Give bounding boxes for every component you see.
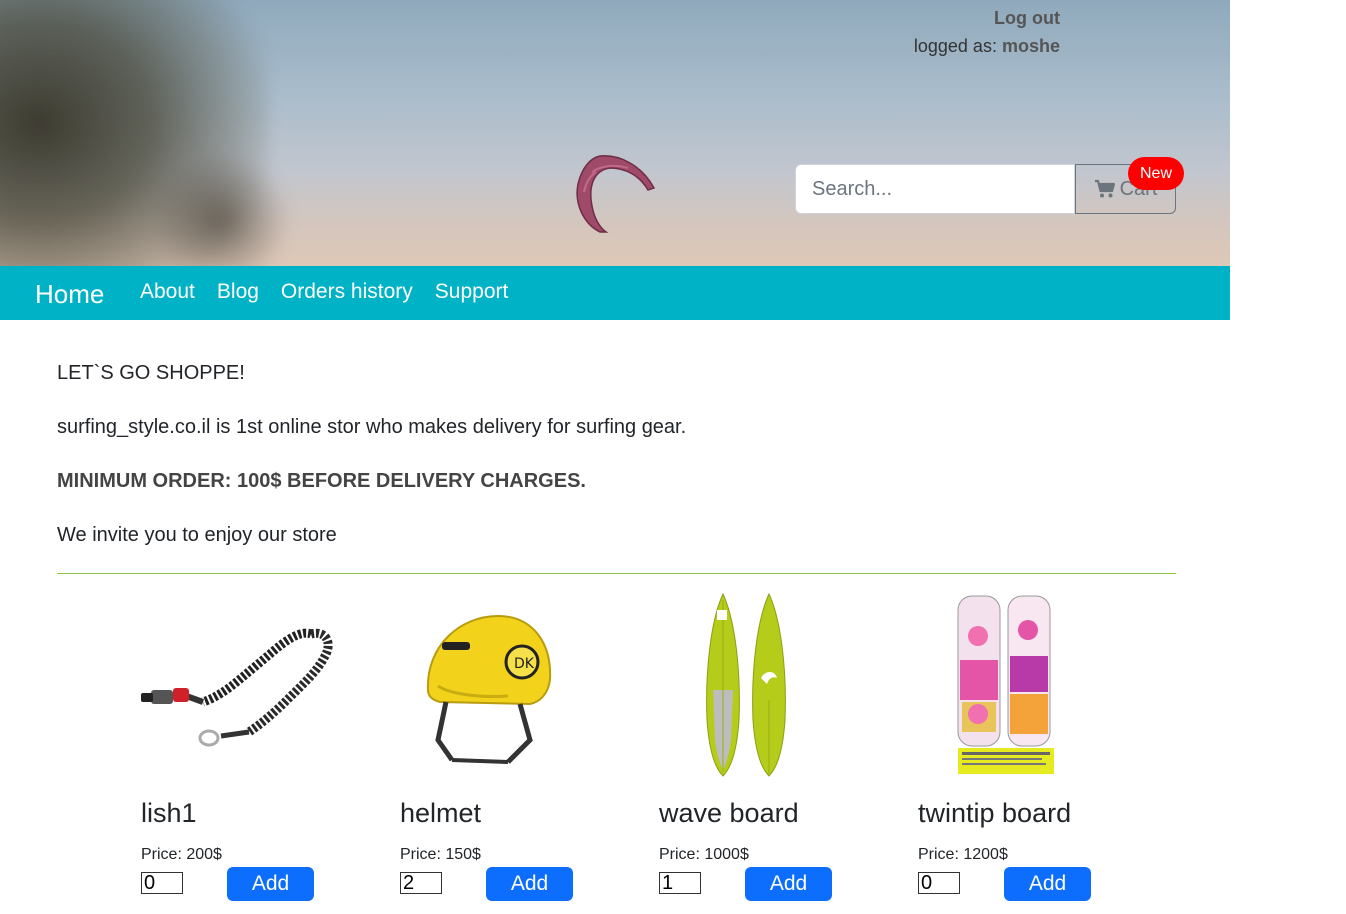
quantity-input[interactable] — [400, 872, 442, 894]
nav-home-brand[interactable]: Home — [35, 279, 104, 310]
product-card-lish1: lish1 Price: 200$ Add — [141, 590, 381, 910]
add-to-cart-button[interactable]: Add — [745, 867, 832, 901]
product-name: helmet — [400, 798, 482, 828]
add-to-cart-button[interactable]: Add — [486, 867, 573, 901]
product-card-wave-board: wave board Price: 1000$ Add — [659, 590, 899, 910]
product-name: twintip board — [918, 798, 1072, 828]
minimum-order-notice: MINIMUM ORDER: 100$ BEFORE DELIVERY CHAR… — [57, 470, 586, 492]
logged-in-status: logged as: moshe — [914, 36, 1060, 57]
quantity-input[interactable] — [659, 872, 701, 894]
add-to-cart-button[interactable]: Add — [227, 867, 314, 901]
nav-link-blog[interactable]: Blog — [217, 280, 259, 304]
product-price: Price: 200$ — [141, 846, 222, 863]
product-price: Price: 150$ — [400, 846, 481, 863]
background-foliage — [150, 150, 290, 266]
logout-link[interactable]: Log out — [994, 8, 1060, 29]
nav-link-orders-history[interactable]: Orders history — [281, 280, 413, 304]
hero-banner: Log out logged as: moshe Cart New — [0, 0, 1230, 266]
intro-description: surfing_style.co.il is 1st online stor w… — [57, 416, 687, 438]
kite-image — [576, 155, 656, 233]
leash-image — [141, 628, 333, 747]
intro-headline: LET`S GO SHOPPE! — [57, 362, 245, 384]
product-price: Price: 1200$ — [918, 846, 1008, 863]
nav-link-support[interactable]: Support — [435, 280, 509, 304]
nav-link-about[interactable]: About — [140, 280, 195, 304]
twintip-board-image — [957, 595, 1054, 774]
product-card-twintip-board: twintip board Price: 1200$ Add — [918, 590, 1158, 910]
helmet-image: DK — [426, 614, 552, 764]
quantity-input[interactable] — [918, 872, 960, 894]
add-to-cart-button[interactable]: Add — [1004, 867, 1091, 901]
quantity-input[interactable] — [141, 872, 183, 894]
nav-links: About Blog Orders history Support — [140, 280, 508, 304]
cart-icon — [1094, 179, 1115, 198]
product-name: lish1 — [141, 798, 197, 828]
wave-board-image — [706, 592, 786, 777]
search-input[interactable] — [795, 164, 1075, 214]
main-navbar: Home About Blog Orders history Support — [0, 266, 1230, 320]
logged-as-prefix: logged as: — [913, 36, 997, 56]
product-name: wave board — [659, 798, 799, 828]
cart-new-badge: New — [1128, 157, 1184, 190]
intro-invite: We invite you to enjoy our store — [57, 524, 337, 546]
section-divider — [57, 573, 1176, 574]
svg-text:DK: DK — [514, 656, 535, 672]
product-price: Price: 1000$ — [659, 846, 749, 863]
username: moshe — [1001, 36, 1060, 56]
product-card-helmet: DK helmet Price: 150$ Add — [400, 590, 640, 910]
